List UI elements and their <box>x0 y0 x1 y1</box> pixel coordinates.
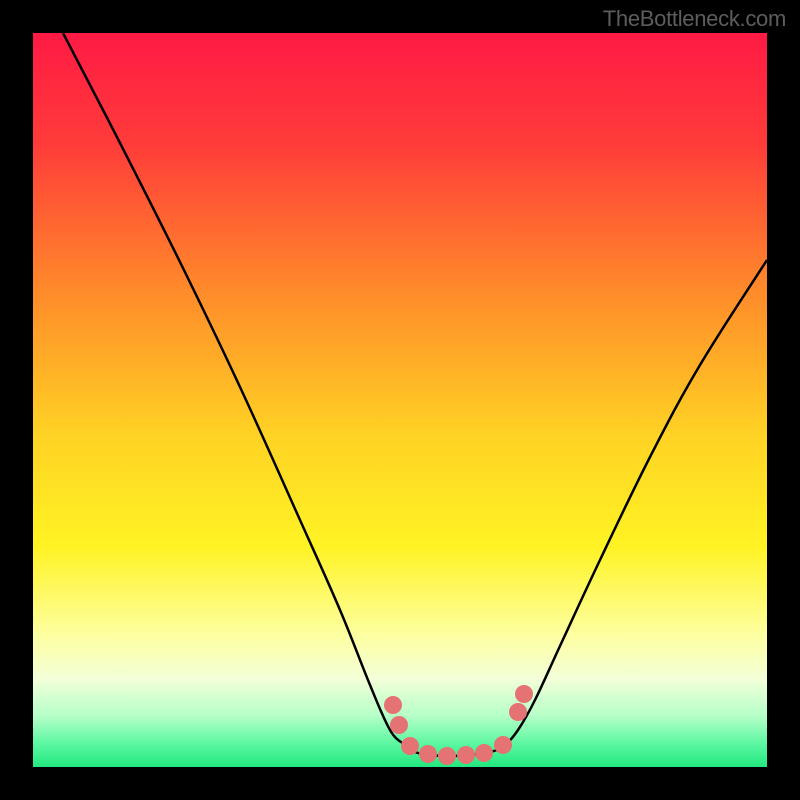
curve-marker <box>475 744 493 762</box>
curve-marker <box>515 685 533 703</box>
curve-marker <box>390 716 408 734</box>
curve-marker <box>384 696 402 714</box>
chart-container: TheBottleneck.com <box>0 0 800 800</box>
curve-marker <box>401 737 419 755</box>
curve-marker <box>494 736 512 754</box>
plot-background <box>33 33 767 767</box>
curve-marker <box>509 703 527 721</box>
curve-marker <box>457 746 475 764</box>
watermark-label: TheBottleneck.com <box>603 6 786 32</box>
curve-marker <box>438 747 456 765</box>
bottleneck-chart <box>0 0 800 800</box>
curve-marker <box>419 745 437 763</box>
